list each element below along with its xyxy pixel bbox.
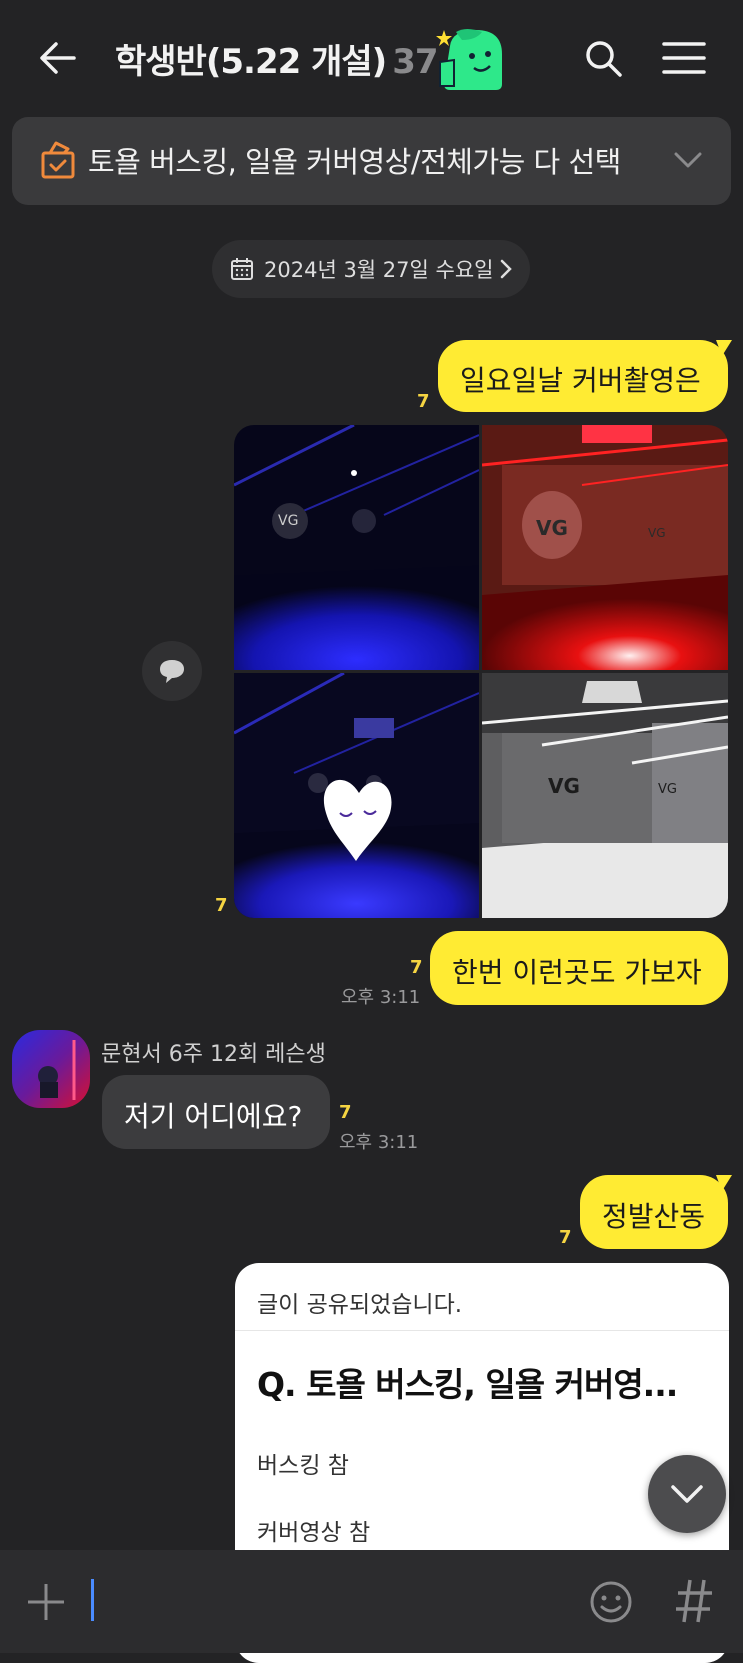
scroll-to-bottom-button[interactable] [648, 1455, 726, 1533]
message-text: 일요일날 커버촬영은 [460, 364, 701, 397]
back-arrow-icon[interactable] [38, 38, 78, 78]
svg-text:VG: VG [658, 782, 677, 797]
unread-count: 7 [410, 957, 423, 978]
photo-thumbnail[interactable] [234, 673, 479, 918]
chevron-down-icon[interactable] [674, 151, 702, 169]
unread-count: 7 [559, 1227, 572, 1248]
sender-name[interactable]: 문현서 6주 12회 레슨생 [101, 1036, 326, 1068]
share-card-header: 글이 공유되었습니다. [257, 1292, 463, 1318]
hashtag-icon[interactable] [674, 1578, 714, 1624]
message-bubble[interactable]: 저기 어디에요? [102, 1075, 330, 1149]
date-divider[interactable]: 2024년 3월 27일 수요일 [212, 240, 530, 298]
character-emoticon-icon [436, 29, 502, 90]
svg-text:VG: VG [278, 513, 298, 529]
notice-banner[interactable]: 토욜 버스킹, 일욜 커버영상/전체가능 다 선택 [12, 117, 731, 205]
photo-thumbnail[interactable]: VG VG [482, 673, 728, 918]
bubble-tail [716, 1175, 732, 1191]
notice-text: 토욜 버스킹, 일욜 커버영상/전체가능 다 선택 [88, 145, 621, 179]
divider [235, 1330, 729, 1331]
poll-option[interactable]: 커버영상 참 [257, 1513, 370, 1547]
message-text: 정발산동 [602, 1200, 706, 1233]
message-text: 한번 이런곳도 가보자 [452, 956, 702, 989]
speech-bubble-icon [160, 660, 184, 683]
svg-text:VG: VG [648, 526, 666, 540]
calendar-icon [231, 258, 253, 280]
chevron-down-icon [671, 1485, 703, 1503]
timestamp: 오후 3:11 [339, 1132, 419, 1153]
chat-title[interactable]: 학생반(5.22 개설) 37 [115, 34, 439, 83]
search-icon[interactable] [583, 38, 623, 78]
bubble-tail [716, 340, 732, 356]
photo-thumbnail[interactable]: VG [234, 425, 479, 670]
svg-text:VG: VG [536, 516, 568, 540]
message-text: 저기 어디에요? [124, 1100, 303, 1133]
message-bubble[interactable]: 일요일날 커버촬영은 [438, 340, 728, 412]
chevron-right-icon [500, 259, 512, 279]
vote-box-icon [41, 141, 75, 179]
text-cursor[interactable] [91, 1579, 94, 1621]
menu-icon[interactable] [662, 40, 706, 76]
unread-count: 7 [339, 1102, 352, 1123]
avatar[interactable] [12, 1030, 90, 1108]
timestamp: 오후 3:11 [341, 987, 421, 1008]
poll-option[interactable]: 버스킹 참 [257, 1446, 349, 1480]
unread-count: 7 [417, 391, 430, 412]
plus-icon[interactable] [26, 1582, 66, 1622]
svg-text:VG: VG [548, 774, 580, 798]
chat-room-name: 학생반(5.22 개설) [115, 42, 387, 82]
message-bubble[interactable]: 한번 이런곳도 가보자 [430, 931, 728, 1005]
photo-thumbnail[interactable]: VG VG [482, 425, 728, 670]
emoji-icon[interactable] [589, 1580, 633, 1624]
comment-button[interactable] [142, 641, 202, 701]
member-count: 37 [392, 42, 438, 82]
date-text: 2024년 3월 27일 수요일 [264, 258, 494, 282]
poll-question: Q. 토욜 버스킹, 일욜 커버영... [257, 1365, 678, 1404]
unread-count: 7 [215, 895, 228, 916]
message-bubble[interactable]: 정발산동 [580, 1175, 728, 1249]
